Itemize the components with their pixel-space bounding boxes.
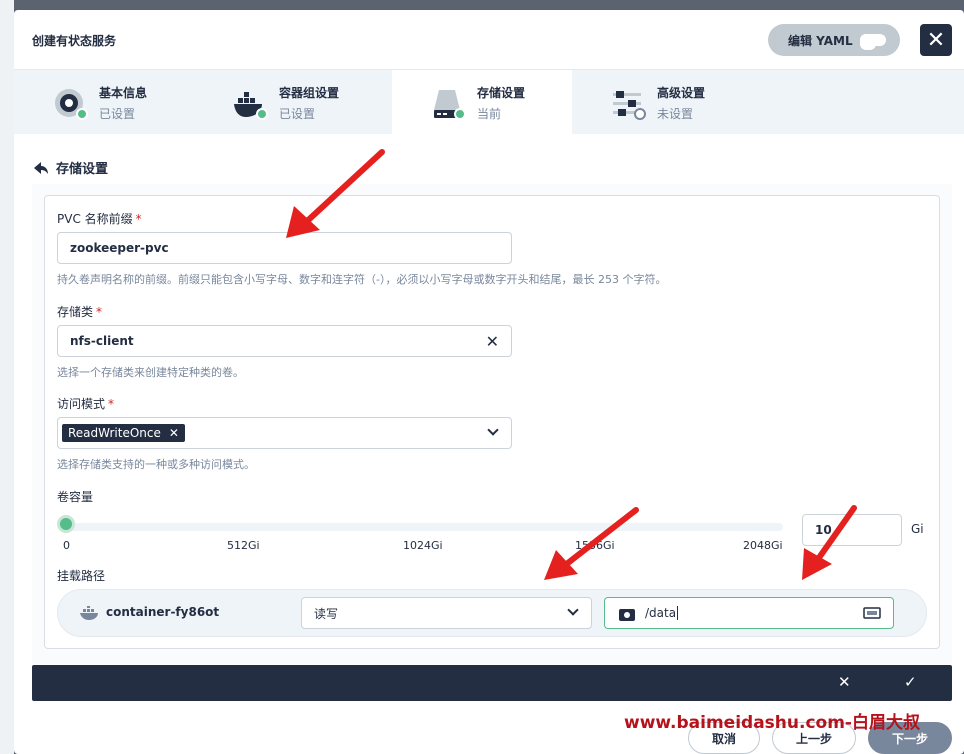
confirm-edit-icon[interactable]: ✓: [904, 673, 917, 691]
storage-class-label: 存储类 *: [57, 303, 102, 320]
status-pending-icon: [634, 108, 646, 120]
step-tabs: 基本信息 已设置 容器组设置 已设置 存储设置 当前 高级设置 未设置: [14, 70, 964, 134]
edit-yaml-toggle[interactable]: 编辑 YAML: [768, 24, 900, 56]
tab-status: 已设置: [99, 107, 136, 121]
mount-mode-select[interactable]: 读写: [301, 597, 592, 629]
disk-icon: [619, 609, 635, 621]
chevron-down-icon: [487, 424, 499, 436]
label-text: 访问模式: [57, 397, 106, 411]
pvc-prefix-label: PVC 名称前缀 *: [57, 210, 142, 227]
edit-yaml-label: 编辑 YAML: [788, 33, 853, 48]
slider-tick: 2048Gi: [743, 539, 783, 552]
toggle-switch-icon: [860, 34, 886, 50]
tab-pod-settings[interactable]: 容器组设置 已设置: [194, 70, 374, 134]
slider-tick: 1536Gi: [575, 539, 615, 552]
cancel-edit-icon[interactable]: ✕: [838, 673, 851, 691]
access-mode-select[interactable]: ReadWriteOnce ✕: [57, 417, 512, 449]
required-mark: *: [135, 212, 142, 226]
text-cursor: [677, 606, 679, 620]
clear-icon[interactable]: ✕: [486, 332, 499, 351]
storage-class-select[interactable]: nfs-client ✕: [57, 325, 512, 357]
remove-tag-icon[interactable]: ✕: [169, 426, 179, 440]
storage-panel: PVC 名称前缀 * zookeeper-pvc 持久卷声明名称的前缀。前缀只能包…: [32, 184, 952, 664]
slider-tick: 0: [63, 539, 70, 552]
select-value: 读写: [314, 606, 339, 621]
modal-header: 创建有状态服务 编辑 YAML ✕: [14, 10, 964, 70]
tab-name: 基本信息: [99, 86, 148, 100]
tab-basic-info[interactable]: 基本信息 已设置: [14, 70, 194, 134]
tab-name: 容器组设置: [279, 86, 340, 100]
chevron-down-icon: [567, 604, 579, 616]
keyboard-icon[interactable]: [863, 607, 881, 619]
capacity-unit: Gi: [911, 522, 924, 536]
storage-class-hint: 选择一个存储类来创建特定种类的卷。: [57, 366, 244, 379]
background-page: [0, 0, 14, 754]
mount-row: container-fy86ot 读写 /data: [57, 589, 927, 637]
status-current-icon: [454, 108, 466, 120]
docker-icon: [80, 606, 98, 620]
modal-title: 创建有状态服务: [32, 34, 117, 48]
capacity-label: 卷容量: [57, 490, 94, 504]
required-mark: *: [108, 397, 115, 411]
tab-name: 高级设置: [657, 86, 706, 100]
tab-status: 当前: [477, 107, 502, 121]
tab-name: 存储设置: [477, 86, 526, 100]
capacity-slider-track[interactable]: [65, 523, 783, 531]
slider-tick: 1024Gi: [403, 539, 443, 552]
watermark-text: www.baimeidashu.com-白眉大叔: [624, 713, 920, 733]
section-header[interactable]: 存储设置: [34, 158, 108, 177]
access-mode-label: 访问模式 *: [57, 395, 114, 412]
tab-status: 未设置: [657, 107, 694, 121]
pvc-prefix-hint: 持久卷声明名称的前缀。前缀只能包含小写字母、数字和连字符（-），必须以小写字母或…: [57, 273, 667, 286]
storage-form-card: PVC 名称前缀 * zookeeper-pvc 持久卷声明名称的前缀。前缀只能包…: [44, 195, 940, 649]
mount-path-input[interactable]: /data: [604, 597, 894, 629]
container-name: container-fy86ot: [106, 605, 220, 619]
mount-path-label: 挂载路径: [57, 569, 106, 583]
tab-storage-settings[interactable]: 存储设置 当前: [392, 70, 572, 134]
status-done-icon: [76, 108, 88, 120]
tag-text: ReadWriteOnce: [68, 426, 161, 440]
input-value: 10: [815, 523, 832, 537]
label-text: 存储类: [57, 305, 94, 319]
tab-advanced-settings[interactable]: 高级设置 未设置: [572, 70, 752, 134]
section-title: 存储设置: [56, 162, 109, 177]
pvc-prefix-input[interactable]: zookeeper-pvc: [57, 232, 512, 264]
access-mode-tag: ReadWriteOnce ✕: [62, 424, 185, 442]
input-value: zookeeper-pvc: [70, 241, 169, 255]
capacity-input[interactable]: 10: [802, 514, 902, 546]
access-mode-hint: 选择存储类支持的一种或多种访问模式。: [57, 458, 255, 471]
back-arrow-icon: [34, 161, 48, 174]
slider-tick: 512Gi: [227, 539, 260, 552]
close-modal-button[interactable]: ✕: [920, 24, 952, 56]
edit-action-bar: ✕ ✓: [32, 665, 952, 701]
label-text: PVC 名称前缀: [57, 212, 133, 226]
tab-status: 已设置: [279, 107, 316, 121]
create-statefulset-modal: 创建有状态服务 编辑 YAML ✕ 基本信息 已设置 容器组设置 已设置 存储设…: [14, 10, 964, 754]
status-done-icon: [256, 108, 268, 120]
capacity-slider-handle[interactable]: [57, 515, 75, 533]
required-mark: *: [96, 305, 103, 319]
input-value: nfs-client: [70, 334, 134, 348]
input-value: /data: [645, 606, 677, 620]
